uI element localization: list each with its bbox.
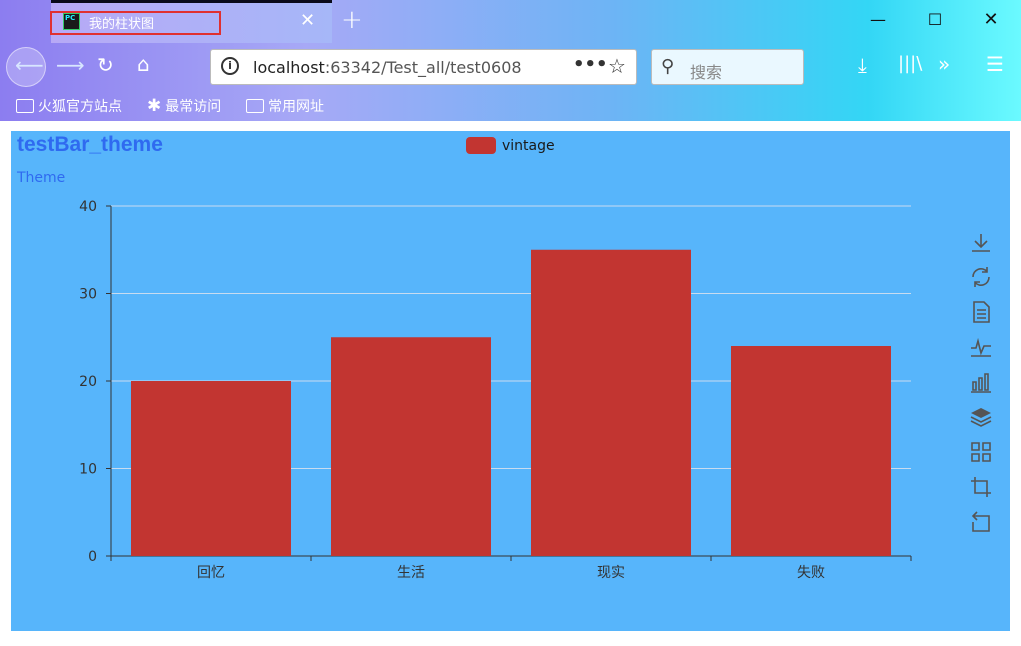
overflow-icon[interactable]: »: [938, 52, 950, 76]
new-tab-icon[interactable]: +: [341, 5, 363, 35]
y-tick-label: 40: [79, 199, 97, 215]
bookmark-item[interactable]: 火狐官方站点: [16, 96, 122, 116]
bar[interactable]: [131, 381, 291, 556]
y-tick-label: 0: [88, 549, 97, 565]
bookmark-star-icon[interactable]: ☆: [608, 54, 626, 78]
url-text[interactable]: localhost:63342/Test_all/test0608: [253, 58, 548, 77]
x-tick-label: 回忆: [197, 565, 225, 581]
reload-icon[interactable]: ↻: [97, 53, 114, 77]
download-icon[interactable]: [969, 231, 993, 255]
bar[interactable]: [531, 249, 691, 556]
minimize-icon[interactable]: —: [863, 10, 893, 29]
close-window-icon[interactable]: ✕: [976, 9, 1006, 30]
y-tick-label: 10: [79, 462, 97, 478]
tab-indicator: [51, 0, 332, 3]
y-tick-label: 20: [79, 374, 97, 390]
folder-icon: [16, 99, 34, 113]
data-view-icon[interactable]: [969, 300, 993, 324]
url-host: localhost: [253, 58, 325, 77]
folder-icon: [246, 99, 264, 113]
gear-icon: ✱: [147, 96, 162, 116]
zoom-icon[interactable]: [969, 475, 993, 499]
navigation-bar: ⟵ ⟶ ↻ ⌂ i localhost:63342/Test_all/test0…: [0, 43, 1021, 91]
x-tick-label: 失败: [797, 565, 825, 581]
line-chart-icon[interactable]: [969, 335, 993, 359]
library-icon[interactable]: |||\: [898, 53, 922, 74]
stack-icon[interactable]: [969, 405, 993, 429]
forward-arrow-icon[interactable]: ⟶: [56, 53, 85, 77]
refresh-icon[interactable]: [969, 265, 993, 289]
bookmark-item[interactable]: 常用网址: [246, 96, 324, 116]
title-bar: PC 我的柱状图 ✕ + — ☐ ✕: [0, 0, 1021, 43]
url-path: :63342/Test_all/test0608: [324, 58, 522, 77]
menu-icon[interactable]: ☰: [986, 52, 1004, 76]
downloads-icon[interactable]: ⤓: [858, 53, 867, 77]
search-placeholder: 搜索: [690, 63, 723, 82]
home-icon[interactable]: ⌂: [137, 52, 150, 76]
browser-chrome: PC 我的柱状图 ✕ + — ☐ ✕ ⟵ ⟶ ↻ ⌂ i localhost:6…: [0, 0, 1021, 121]
back-arrow-icon[interactable]: ⟵: [15, 53, 44, 77]
bookmark-label: 火狐官方站点: [38, 99, 122, 115]
tab-title-highlight: [50, 11, 221, 35]
bar-chart: 0 10 20 30 40 回忆 生活 现实 失败: [79, 199, 912, 581]
tiled-icon[interactable]: [969, 440, 993, 464]
bookmark-item[interactable]: ✱ 最常访问: [147, 96, 221, 116]
search-icon: ⚲: [661, 56, 675, 77]
url-bar[interactable]: i localhost:63342/Test_all/test0608 ••• …: [210, 49, 637, 85]
search-input[interactable]: ⚲ 搜索: [651, 49, 804, 85]
x-tick-label: 生活: [397, 565, 425, 581]
bookmarks-bar: 火狐官方站点 ✱ 最常访问 常用网址: [0, 91, 1021, 121]
bar-chart-icon[interactable]: [969, 370, 993, 394]
maximize-icon[interactable]: ☐: [920, 10, 950, 29]
zoom-reset-icon[interactable]: [969, 510, 993, 534]
bookmark-label: 最常访问: [165, 99, 222, 115]
x-tick-label: 现实: [597, 565, 625, 581]
chart-container: testBar_theme Theme vintage 0 10 20 30 40 回忆生…: [11, 131, 1010, 631]
page-actions-icon[interactable]: •••: [573, 54, 608, 75]
bookmark-label: 常用网址: [268, 99, 324, 115]
bar[interactable]: [331, 337, 491, 556]
y-tick-label: 30: [79, 287, 97, 303]
close-tab-icon[interactable]: ✕: [300, 10, 315, 31]
info-icon[interactable]: i: [221, 57, 239, 75]
bar[interactable]: [731, 346, 891, 556]
